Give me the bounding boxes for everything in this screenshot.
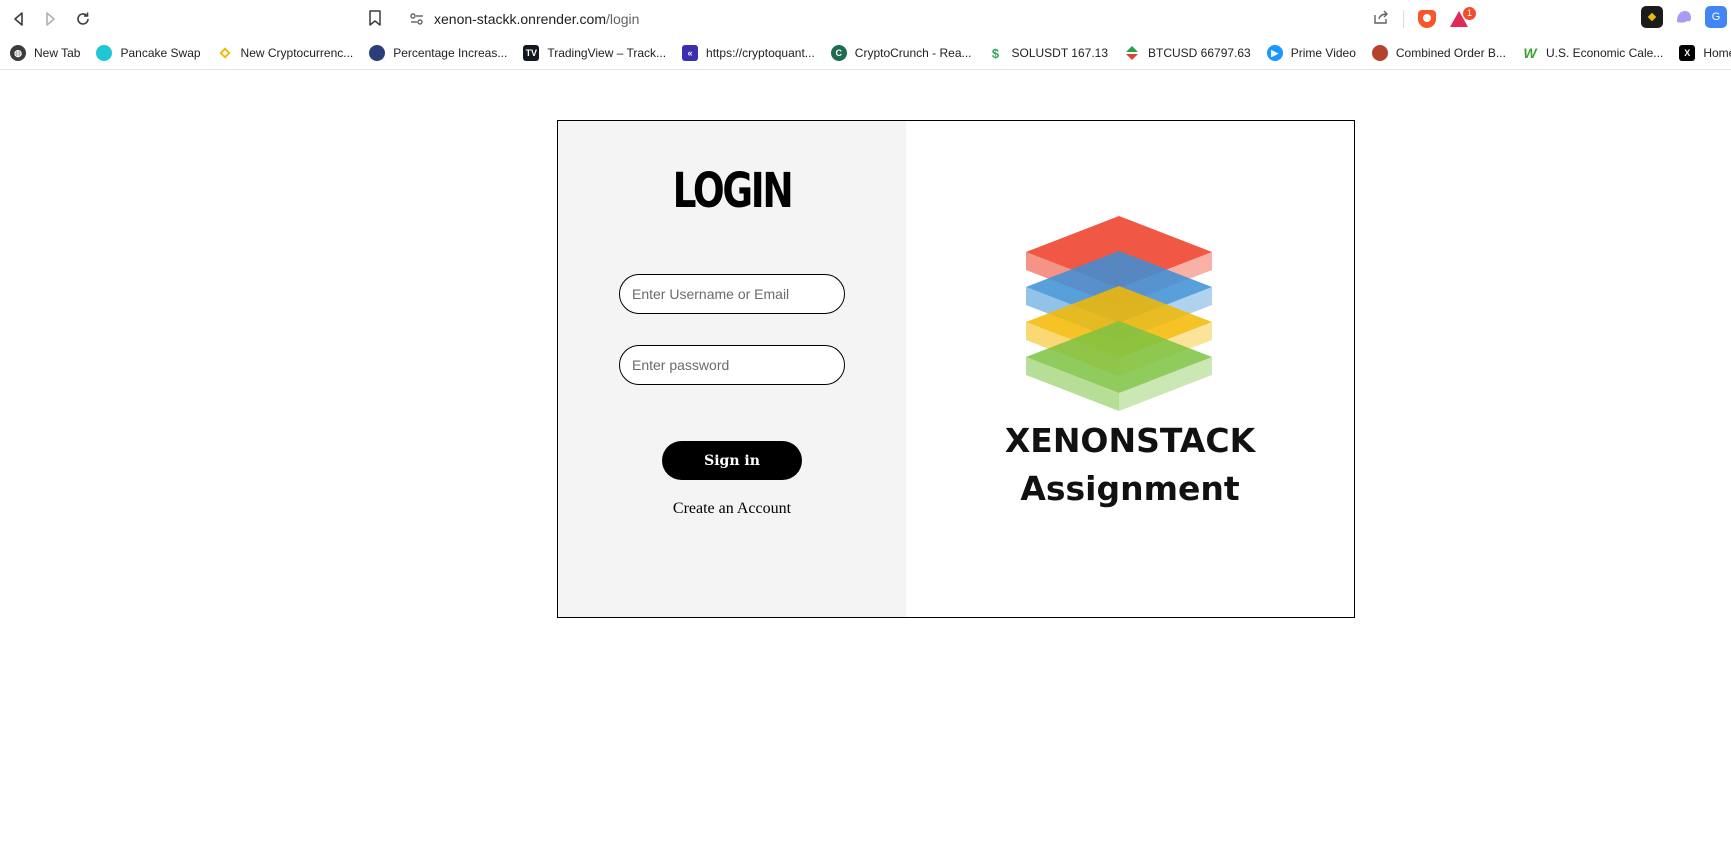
cryptoquant-icon: « bbox=[682, 45, 699, 61]
bookmark-item[interactable]: New Cryptocurrenc... bbox=[207, 39, 360, 67]
page-content: LOGIN Sign in Create an Account XENONSTA… bbox=[0, 70, 1731, 849]
globe-icon: ◍ bbox=[10, 45, 26, 61]
url-path: /login bbox=[605, 11, 640, 27]
bookmark-label: Percentage Increas... bbox=[393, 46, 508, 60]
bookmark-label: BTCUSD 66797.63 bbox=[1148, 46, 1251, 60]
bookmark-item[interactable]: « https://cryptoquant... bbox=[672, 39, 821, 67]
orderbook-icon bbox=[1371, 45, 1388, 61]
address-bar-actions: 1 bbox=[1373, 3, 1476, 35]
bookmark-label: U.S. Economic Cale... bbox=[1545, 46, 1664, 60]
bookmarks-bar: ◍ New Tab Pancake Swap New Cryptocurrenc… bbox=[0, 37, 1731, 70]
bookmark-item[interactable]: Percentage Increas... bbox=[359, 39, 513, 67]
toolbar-separator bbox=[1403, 10, 1404, 28]
bookmark-item[interactable]: ▶ Prime Video bbox=[1257, 39, 1362, 67]
address-bar[interactable]: xenon-stackk.onrender.com/login 1 bbox=[396, 3, 1476, 35]
bookmark-label: Combined Order B... bbox=[1395, 46, 1506, 60]
reload-icon bbox=[77, 12, 89, 25]
login-card: LOGIN Sign in Create an Account XENONSTA… bbox=[557, 120, 1355, 618]
password-input[interactable] bbox=[619, 345, 845, 385]
bookmark-label: Prime Video bbox=[1290, 46, 1356, 60]
url-domain: xenon-stackk.onrender.com bbox=[434, 11, 606, 27]
browser-toolbar: xenon-stackk.onrender.com/login 1 G bbox=[0, 0, 1731, 37]
xenonstack-logo bbox=[1024, 206, 1214, 416]
bookmark-label: Home / Twitt bbox=[1703, 46, 1731, 60]
brave-rewards-icon[interactable]: 1 bbox=[1450, 7, 1476, 27]
login-title: LOGIN bbox=[672, 163, 794, 219]
cryptocrunch-icon: C bbox=[830, 45, 847, 61]
brand-title: XENONSTACK bbox=[1004, 421, 1256, 460]
extension-translate-icon[interactable]: G bbox=[1705, 6, 1727, 28]
brand-panel: XENONSTACK Assignment bbox=[906, 121, 1354, 617]
bookmark-item[interactable]: BTCUSD 66797.63 bbox=[1114, 39, 1257, 67]
bookmark-label: Pancake Swap bbox=[120, 46, 201, 60]
calc-icon bbox=[369, 45, 386, 61]
bookmark-label: New Tab bbox=[34, 46, 81, 60]
x-icon: X bbox=[1679, 45, 1696, 61]
sol-icon: $ bbox=[991, 45, 1000, 61]
username-input[interactable] bbox=[619, 274, 845, 314]
bookmark-item[interactable]: X Home / Twitt bbox=[1669, 39, 1731, 67]
extension-binance-icon[interactable] bbox=[1641, 6, 1663, 28]
share-icon[interactable] bbox=[1373, 9, 1389, 30]
bookmark-item[interactable]: ◍ New Tab bbox=[0, 39, 86, 67]
signin-button[interactable]: Sign in bbox=[662, 441, 802, 480]
w-icon: W bbox=[1523, 45, 1537, 61]
bookmark-label: https://cryptoquant... bbox=[706, 46, 815, 60]
btc-icon bbox=[1124, 45, 1140, 61]
site-settings-icon[interactable] bbox=[408, 10, 426, 28]
create-account-link[interactable]: Create an Account bbox=[558, 500, 906, 518]
pancake-icon bbox=[96, 45, 113, 61]
bookmark-item[interactable]: Pancake Swap bbox=[86, 39, 206, 67]
login-form-panel: LOGIN Sign in Create an Account bbox=[558, 121, 906, 617]
bookmark-icon bbox=[369, 10, 381, 26]
bookmark-item[interactable]: C CryptoCrunch - Rea... bbox=[821, 39, 978, 67]
forward-button[interactable] bbox=[37, 6, 63, 32]
reload-button[interactable] bbox=[70, 6, 96, 32]
bookmark-item[interactable]: Combined Order B... bbox=[1362, 39, 1512, 67]
tradingview-icon: TV bbox=[523, 45, 540, 61]
bookmark-item[interactable]: $ SOLUSDT 167.13 bbox=[978, 39, 1115, 67]
bookmark-label: SOLUSDT 167.13 bbox=[1011, 46, 1109, 60]
extensions-area: G bbox=[1641, 6, 1731, 28]
bookmark-label: CryptoCrunch - Rea... bbox=[854, 46, 972, 60]
extension-ghost-icon[interactable] bbox=[1673, 6, 1695, 28]
bookmark-page-button[interactable] bbox=[364, 7, 386, 29]
binance-icon bbox=[217, 45, 233, 61]
back-button[interactable] bbox=[6, 6, 32, 32]
bookmark-item[interactable]: TV TradingView – Track... bbox=[513, 39, 672, 67]
bookmark-label: New Cryptocurrenc... bbox=[240, 46, 354, 60]
brand-subtitle: Assignment bbox=[1020, 469, 1240, 508]
rewards-badge: 1 bbox=[1463, 7, 1476, 20]
prime-icon: ▶ bbox=[1266, 45, 1283, 61]
back-arrow-icon bbox=[14, 12, 23, 26]
forward-arrow-icon bbox=[46, 12, 55, 26]
bookmark-item[interactable]: W U.S. Economic Cale... bbox=[1512, 39, 1669, 67]
stacked-layers-icon bbox=[1026, 216, 1212, 411]
bookmark-label: TradingView – Track... bbox=[547, 46, 667, 60]
brave-shields-icon[interactable] bbox=[1418, 10, 1436, 28]
